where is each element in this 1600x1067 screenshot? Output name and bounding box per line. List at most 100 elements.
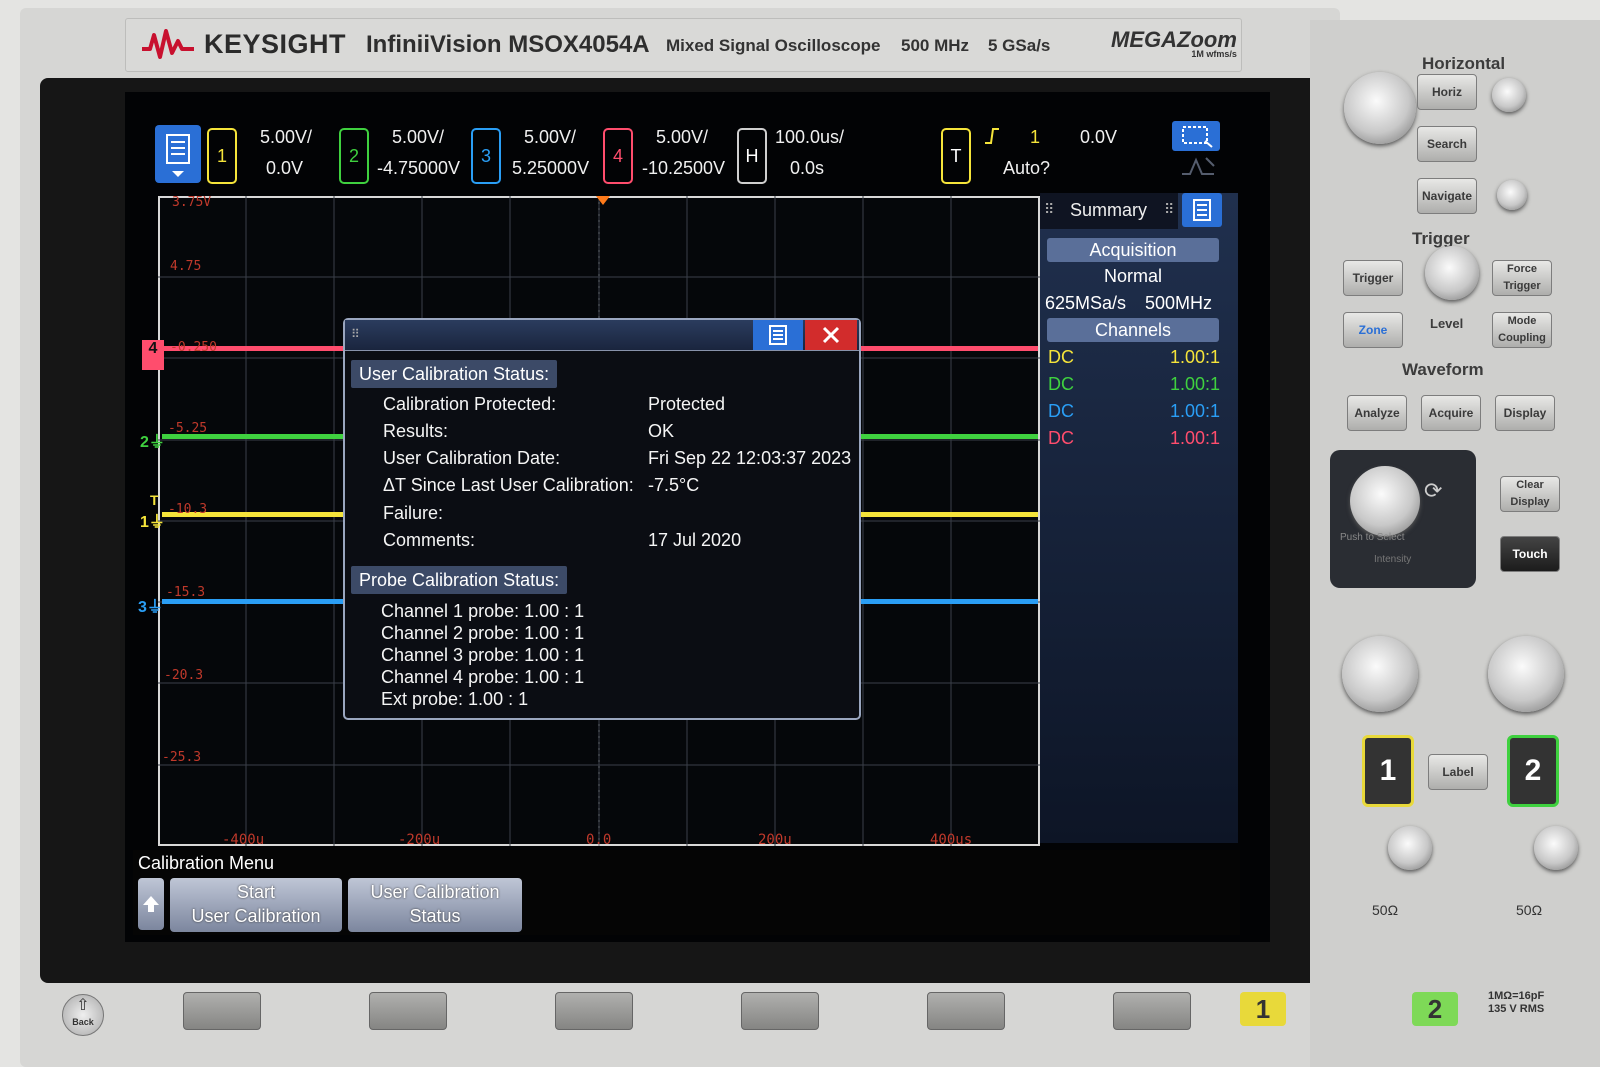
y-label: -15.3 bbox=[166, 585, 206, 600]
dialog-title-bar[interactable]: ⠿ bbox=[345, 320, 859, 351]
ch3-probe: 1.00:1 bbox=[1170, 401, 1221, 421]
acquisition-header: Acquisition bbox=[1047, 238, 1219, 262]
trigger-level: 0.0V bbox=[1080, 127, 1118, 147]
back-button[interactable]: ⇧ Back bbox=[62, 994, 104, 1036]
drag-handle-icon[interactable]: ⠿ bbox=[1164, 201, 1174, 218]
cal-value: 17 Jul 2020 bbox=[648, 530, 742, 550]
calibration-status-dialog: ⠿ User Calibration Status: Calibration P… bbox=[343, 318, 861, 720]
ch1-input-label: 1 bbox=[1240, 992, 1286, 1026]
softkey-button-5[interactable] bbox=[927, 992, 1005, 1030]
ch1-position-knob[interactable] bbox=[1388, 826, 1432, 870]
softkey-button-1[interactable] bbox=[183, 992, 261, 1030]
input-spec-label: 1MΩ=16pF 135 V RMS bbox=[1488, 990, 1545, 1015]
ch2-scale-knob[interactable] bbox=[1488, 636, 1564, 712]
drag-handle-icon[interactable]: ⠿ bbox=[351, 327, 360, 341]
horiz-button[interactable]: Horiz bbox=[1417, 74, 1477, 110]
cal-label: Comments: bbox=[383, 530, 476, 550]
cal-label: ΔT Since Last User Calibration: bbox=[383, 475, 634, 495]
navigate-back-icon[interactable] bbox=[1497, 180, 1527, 210]
softkey-button-2[interactable] bbox=[369, 992, 447, 1030]
measure-cursor-icon[interactable] bbox=[1178, 154, 1218, 180]
drag-handle-icon[interactable]: ⠿ bbox=[1044, 201, 1054, 218]
cal-label: Failure: bbox=[383, 503, 444, 523]
display-button[interactable]: Display bbox=[1495, 395, 1555, 431]
ch3-ground-marker[interactable]: 3⏚ bbox=[138, 593, 163, 617]
acquisition-bandwidth: 500MHz bbox=[1145, 293, 1213, 313]
probe-line: Channel 3 probe: 1.00 : 1 bbox=[381, 645, 585, 665]
summary-menu-icon[interactable] bbox=[1182, 193, 1222, 227]
search-button[interactable]: Search bbox=[1417, 126, 1477, 162]
trigger-mode: Auto? bbox=[1003, 158, 1051, 178]
ch1-ground-marker[interactable]: 1⏚ bbox=[140, 508, 165, 532]
ch1-probe: 1.00:1 bbox=[1170, 347, 1221, 367]
trigger-level-marker[interactable]: T bbox=[150, 492, 159, 508]
x-label: 200u bbox=[758, 832, 792, 848]
ch4-indicator[interactable]: 4 bbox=[603, 128, 633, 184]
ch2-position-knob[interactable] bbox=[1534, 826, 1578, 870]
softkey-button-3[interactable] bbox=[555, 992, 633, 1030]
ch2-indicator[interactable]: 2 bbox=[339, 128, 369, 184]
ch3-offset: 5.25000V bbox=[512, 158, 590, 178]
y-label: -5.25 bbox=[168, 421, 208, 436]
cal-label: User Calibration Date: bbox=[383, 448, 561, 468]
trigger-button[interactable]: Trigger bbox=[1343, 260, 1403, 296]
sample-rate-label: 5 GSa/s bbox=[988, 36, 1051, 55]
ch3-indicator[interactable]: 3 bbox=[471, 128, 501, 184]
zoom-select-icon[interactable] bbox=[1172, 121, 1220, 151]
entry-knob[interactable] bbox=[1350, 466, 1420, 536]
cal-value: Fri Sep 22 12:03:37 2023 bbox=[648, 448, 852, 468]
horizontal-position: 0.0s bbox=[790, 158, 825, 178]
ch1-indicator[interactable]: 1 bbox=[207, 128, 237, 184]
clear-display-button[interactable]: Clear Display bbox=[1500, 476, 1560, 512]
horizontal-scale-knob[interactable] bbox=[1344, 72, 1416, 144]
y-label: -10.3 bbox=[168, 502, 208, 517]
mode-coupling-button[interactable]: Mode Coupling bbox=[1492, 312, 1552, 348]
brand-name: KEYSIGHT bbox=[204, 29, 347, 59]
level-label: Level bbox=[1430, 316, 1464, 331]
ch4-probe: 1.00:1 bbox=[1170, 428, 1221, 448]
ch4-scale: 5.00V/ bbox=[656, 127, 709, 147]
acquisition-mode: Normal bbox=[1104, 266, 1163, 286]
intensity-label: Intensity bbox=[1374, 554, 1412, 565]
force-trigger-button[interactable]: Force Trigger bbox=[1492, 260, 1552, 296]
horizontal-scale: 100.0us/ bbox=[775, 127, 845, 147]
touch-button[interactable]: Touch bbox=[1500, 536, 1560, 572]
y-label: 3.75V bbox=[172, 195, 212, 210]
bandwidth-label: 500 MHz bbox=[901, 36, 970, 55]
ch2-button[interactable]: 2 bbox=[1507, 735, 1559, 807]
softkey-button-6[interactable] bbox=[1113, 992, 1191, 1030]
start-user-calibration-softkey[interactable]: Start User Calibration bbox=[170, 878, 342, 932]
main-menu-icon[interactable] bbox=[155, 125, 201, 183]
navigate-button[interactable]: Navigate bbox=[1417, 178, 1477, 214]
ch1-scale: 5.00V/ bbox=[260, 127, 313, 147]
close-icon[interactable] bbox=[805, 320, 857, 350]
zoom-icon[interactable] bbox=[1492, 78, 1526, 112]
trigger-level-knob[interactable] bbox=[1425, 246, 1479, 300]
acquire-button[interactable]: Acquire bbox=[1421, 395, 1481, 431]
y-label: -25.3 bbox=[162, 750, 202, 765]
ch1-button[interactable]: 1 bbox=[1362, 735, 1414, 807]
model-name: InfiniiVision MSOX4054A bbox=[366, 31, 650, 58]
keysight-logo-icon bbox=[142, 29, 194, 59]
push-to-select-label: Push to Select bbox=[1340, 532, 1405, 543]
probe-calibration-header: Probe Calibration Status: bbox=[351, 566, 568, 594]
user-calibration-status-softkey[interactable]: User Calibration Status bbox=[348, 878, 522, 932]
back-up-softkey[interactable] bbox=[138, 878, 164, 930]
dialog-menu-icon[interactable] bbox=[753, 320, 803, 350]
cal-value: OK bbox=[648, 421, 675, 441]
ch3-scale: 5.00V/ bbox=[524, 127, 577, 147]
softkey-button-4[interactable] bbox=[741, 992, 819, 1030]
acquisition-rate: 625MSa/s bbox=[1045, 293, 1127, 313]
ch2-ground-marker[interactable]: 2⏚ bbox=[140, 428, 165, 452]
summary-header[interactable]: ⠿ Summary ⠿ bbox=[1040, 193, 1178, 229]
ch1-scale-knob[interactable] bbox=[1342, 636, 1418, 712]
zone-button[interactable]: Zone bbox=[1343, 312, 1403, 348]
horizontal-indicator[interactable]: H bbox=[737, 128, 767, 184]
ch4-offset: -10.2500V bbox=[642, 158, 726, 178]
waveform-section-label: Waveform bbox=[1402, 360, 1484, 379]
label-button[interactable]: Label bbox=[1428, 754, 1488, 790]
trigger-indicator[interactable]: T bbox=[941, 128, 971, 184]
trigger-source: 1 bbox=[1030, 127, 1041, 147]
analyze-button[interactable]: Analyze bbox=[1347, 395, 1407, 431]
ch4-ground-marker[interactable]: 4 bbox=[142, 340, 164, 370]
